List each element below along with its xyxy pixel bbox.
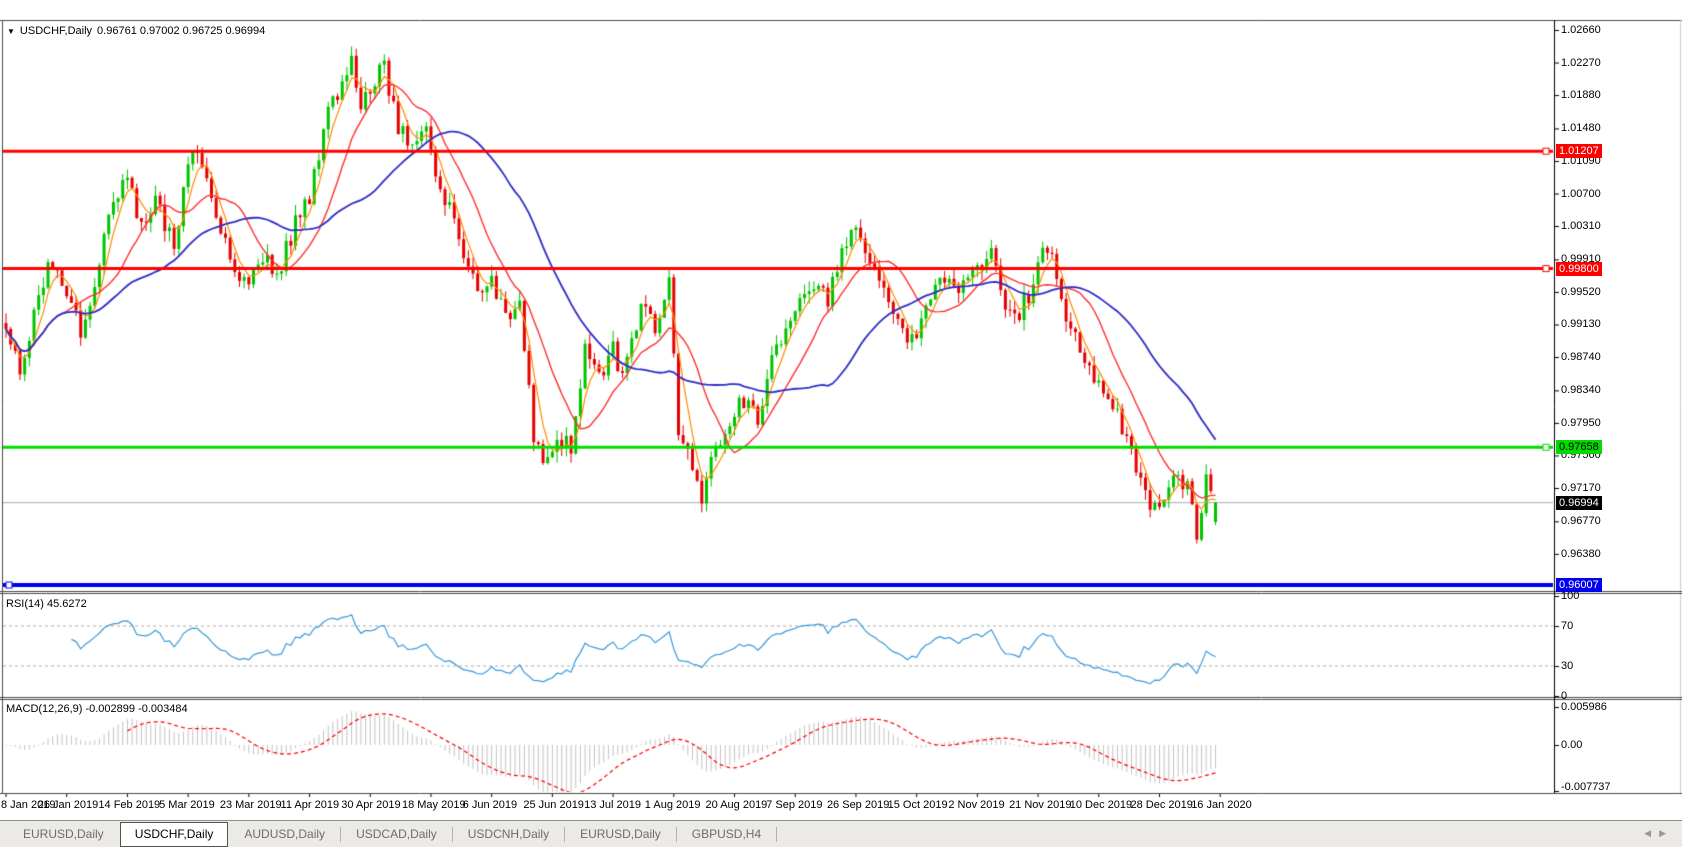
date-axis-label: 23 Mar 2019: [220, 799, 282, 811]
date-axis-label: 6 Jun 2019: [463, 799, 517, 811]
chart-tab-bar: EURUSD,DailyUSDCHF,DailyAUDUSD,DailyUSDC…: [0, 820, 1682, 847]
chart-canvas[interactable]: [0, 0, 1682, 820]
level-price-tag: 1.01207: [1556, 144, 1602, 158]
tab-audusd-daily[interactable]: AUDUSD,Daily: [229, 822, 340, 847]
price-scale-label: 0.99520: [1561, 286, 1601, 299]
date-axis-label: 20 Aug 2019: [706, 799, 768, 811]
scroll-left-icon[interactable]: ◀: [1644, 828, 1659, 838]
date-axis-label: 1 Aug 2019: [645, 799, 701, 811]
price-scale-label: 1.00700: [1561, 188, 1601, 201]
macd-label: MACD(12,26,9) -0.002899 -0.003484: [6, 703, 188, 715]
symbol-dropdown-icon[interactable]: ▼: [7, 27, 15, 36]
date-axis-label: 7 Sep 2019: [766, 799, 822, 811]
macd-scale-label: 0.005986: [1561, 701, 1607, 714]
price-scale-label: 0.97170: [1561, 482, 1601, 495]
price-scale-label: 0.98340: [1561, 384, 1601, 397]
price-scale-label: 0.98740: [1561, 351, 1601, 364]
date-axis-label: 25 Jun 2019: [523, 799, 584, 811]
date-axis-label: 13 Jul 2019: [584, 799, 641, 811]
chart-header: ▼ USDCHF,Daily 0.96761 0.97002 0.96725 0…: [7, 25, 265, 37]
date-axis-label: 21 Nov 2019: [1009, 799, 1071, 811]
level-price-tag: 0.97658: [1556, 440, 1602, 454]
date-axis-label: 10 Dec 2019: [1070, 799, 1132, 811]
price-scale-label: 1.02660: [1561, 24, 1601, 37]
price-scale-label: 1.00310: [1561, 220, 1601, 233]
price-scale-label: 0.97950: [1561, 417, 1601, 430]
price-scale-label: 0.96770: [1561, 515, 1601, 528]
tab-scroll-arrows[interactable]: ◀▶: [1644, 828, 1674, 839]
date-axis-label: 26 Jan 2019: [38, 799, 99, 811]
macd-scale-label: -0.007737: [1561, 781, 1611, 794]
date-axis-label: 15 Oct 2019: [888, 799, 948, 811]
current-price-tag: 0.96994: [1556, 496, 1602, 510]
price-scale-label: 1.01880: [1561, 89, 1601, 102]
scroll-right-icon[interactable]: ▶: [1659, 828, 1674, 838]
date-axis-label: 28 Dec 2019: [1130, 799, 1192, 811]
tab-eurusd-daily[interactable]: EURUSD,Daily: [8, 822, 119, 847]
tab-gbpusd-h4[interactable]: GBPUSD,H4: [677, 822, 776, 847]
price-scale-label: 1.01480: [1561, 122, 1601, 135]
rsi-scale-label: 30: [1561, 660, 1573, 673]
date-axis-label: 5 Mar 2019: [159, 799, 215, 811]
tab-usdchf-daily[interactable]: USDCHF,Daily: [120, 822, 229, 847]
tab-usdcad-daily[interactable]: USDCAD,Daily: [341, 822, 452, 847]
price-scale-label: 0.96380: [1561, 548, 1601, 561]
rsi-label: RSI(14) 45.6272: [6, 598, 87, 610]
date-axis-label: 18 May 2019: [402, 799, 466, 811]
price-scale-label: 0.99130: [1561, 318, 1601, 331]
price-scale-label: 1.02270: [1561, 57, 1601, 70]
date-axis-label: 26 Sep 2019: [827, 799, 889, 811]
symbol-timeframe-label: USDCHF,Daily: [20, 25, 92, 37]
date-axis-label: 14 Feb 2019: [98, 799, 160, 811]
date-axis-label: 11 Apr 2019: [281, 799, 340, 811]
rsi-scale-label: 100: [1561, 590, 1579, 603]
date-axis-label: 30 Apr 2019: [341, 799, 400, 811]
tab-separator: [776, 827, 777, 842]
tab-usdcnh-daily[interactable]: USDCNH,Daily: [453, 822, 564, 847]
tabs: EURUSD,DailyUSDCHF,DailyAUDUSD,DailyUSDC…: [8, 822, 777, 847]
date-axis-label: 2 Nov 2019: [948, 799, 1004, 811]
tab-eurusd-daily[interactable]: EURUSD,Daily: [565, 822, 676, 847]
macd-scale-label: 0.00: [1561, 739, 1582, 752]
date-axis-label: 16 Jan 2020: [1191, 799, 1252, 811]
rsi-scale-label: 70: [1561, 620, 1573, 633]
level-price-tag: 0.99800: [1556, 262, 1602, 276]
ohlc-values: 0.96761 0.97002 0.96725 0.96994: [97, 25, 265, 37]
